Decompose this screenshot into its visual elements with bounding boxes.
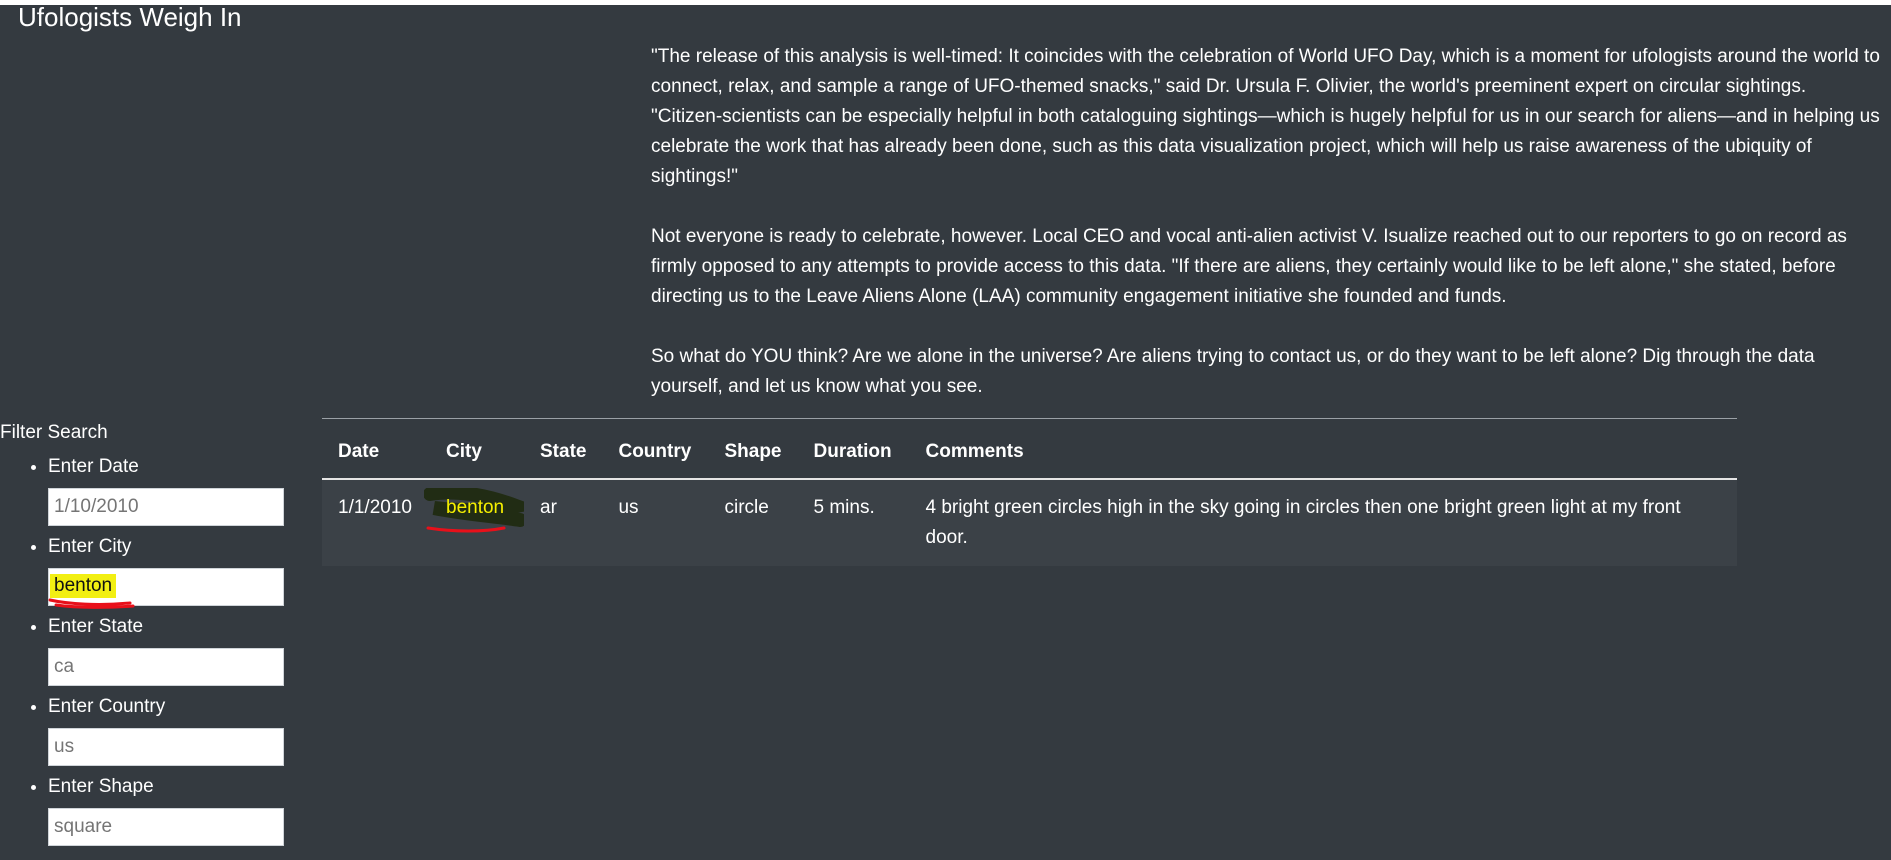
city-input[interactable]: [48, 568, 284, 606]
column-header-state: State: [524, 426, 603, 480]
filter-item-shape: Enter Shape: [48, 774, 300, 846]
shape-label: Enter Shape: [48, 776, 154, 797]
date-input[interactable]: [48, 488, 284, 526]
cell-city-value: benton: [446, 497, 505, 518]
filter-item-date: Enter Date: [48, 454, 300, 526]
filter-search-title: Filter Search: [0, 422, 108, 443]
filter-item-city: Enter City benton: [48, 534, 300, 609]
column-header-duration: Duration: [797, 426, 910, 480]
state-input[interactable]: [48, 648, 284, 686]
cell-comments: 4 bright green circles high in the sky g…: [925, 497, 1681, 548]
cell-state-value: ar: [540, 497, 557, 518]
country-label: Enter Country: [48, 696, 166, 717]
shape-input[interactable]: [48, 808, 284, 846]
date-label: Enter Date: [48, 456, 139, 477]
state-label: Enter State: [48, 616, 144, 637]
filter-item-state: Enter State: [48, 614, 300, 686]
city-label: Enter City: [48, 536, 132, 557]
cell-shape: circle: [724, 497, 769, 518]
cell-state: ar: [524, 479, 602, 566]
column-header-date: Date: [322, 426, 430, 480]
article-body: "The release of this analysis is well-ti…: [651, 42, 1881, 432]
filter-item-country: Enter Country: [48, 694, 300, 766]
cell-country: us: [618, 497, 639, 518]
table-top-rule: [322, 418, 1737, 419]
city-input-wrapper: benton: [48, 568, 300, 609]
article-paragraph: Not everyone is ready to celebrate, howe…: [651, 226, 1847, 307]
column-header-city: City: [430, 426, 524, 480]
ufo-results-table: Date City State Country Shape Duration C…: [322, 426, 1737, 566]
table-row: 1/1/2010 benton ar us circle 5 mins. 4 b…: [322, 479, 1737, 566]
column-header-country: Country: [602, 426, 709, 480]
cell-city: benton: [424, 479, 524, 566]
cell-date: 1/1/2010: [338, 497, 412, 518]
column-header-shape: Shape: [708, 426, 798, 480]
filter-list: Enter Date Enter City benton Enter State…: [0, 454, 300, 846]
top-strip: [0, 0, 1891, 5]
article-paragraph: So what do YOU think? Are we alone in th…: [651, 346, 1815, 397]
page-heading: Ufologists Weigh In: [18, 2, 242, 32]
cell-duration: 5 mins.: [813, 497, 875, 518]
column-header-comments: Comments: [909, 426, 1737, 480]
table-header-row: Date City State Country Shape Duration C…: [322, 426, 1737, 480]
filter-search-panel: Filter Search Enter Date Enter City bent…: [0, 422, 300, 854]
country-input[interactable]: [48, 728, 284, 766]
article-paragraph: "The release of this analysis is well-ti…: [651, 46, 1880, 187]
